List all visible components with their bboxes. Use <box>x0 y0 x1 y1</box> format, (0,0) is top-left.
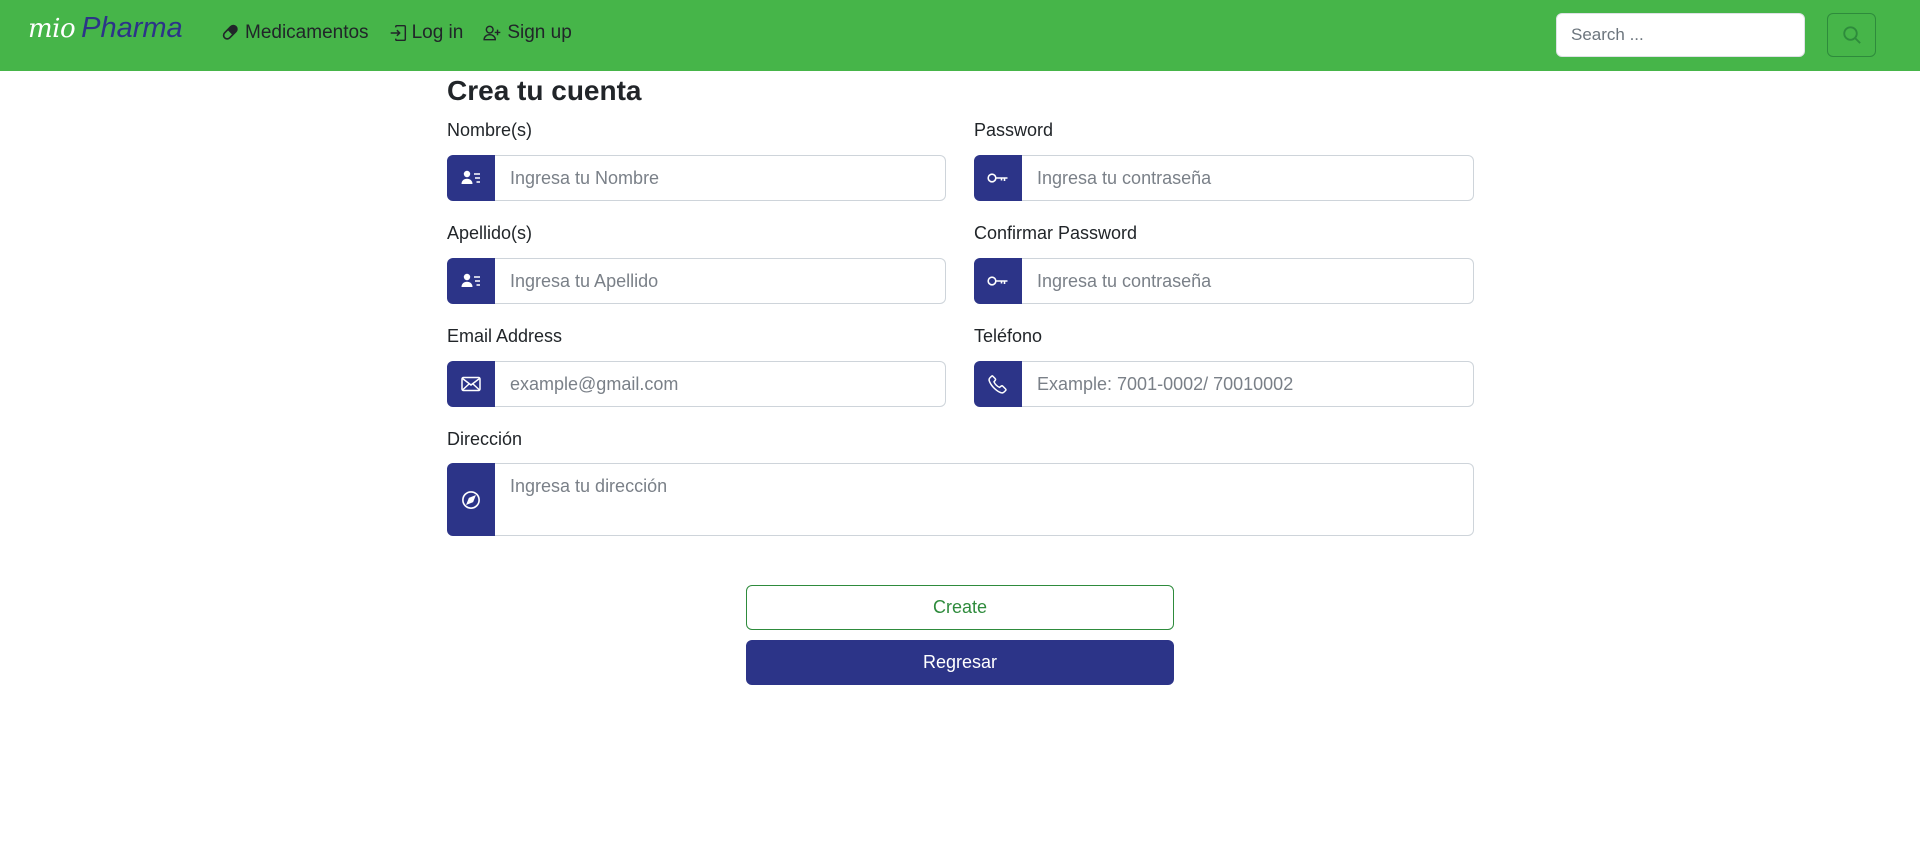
confirm-password-input-group <box>974 258 1474 304</box>
confirm-password-label: Confirmar Password <box>974 223 1138 243</box>
nombre-addon <box>447 155 495 201</box>
nombre-input-group <box>447 155 946 201</box>
envelope-icon <box>461 376 481 392</box>
capsule-icon <box>222 24 238 40</box>
brand-name: Pharma <box>81 12 183 44</box>
nav-link-medicamentos[interactable]: Medicamentos <box>222 22 369 44</box>
direccion-addon <box>447 463 495 536</box>
brand-script: mio <box>28 14 76 44</box>
nav-link-signup[interactable]: Sign up <box>483 22 572 44</box>
search-icon <box>1842 26 1861 44</box>
search-input[interactable] <box>1556 13 1805 57</box>
apellido-label: Apellido(s) <box>447 223 533 243</box>
confirm-password-addon <box>974 258 1022 304</box>
email-field[interactable] <box>495 361 946 407</box>
direccion-input-group <box>447 463 1474 536</box>
nombre-label: Nombre(s) <box>447 120 533 140</box>
email-input-group <box>447 361 946 407</box>
phone-icon <box>988 375 1007 394</box>
password-addon <box>974 155 1022 201</box>
nav-link-label: Sign up <box>507 22 572 43</box>
regresar-button[interactable]: Regresar <box>746 640 1174 685</box>
password-input-group <box>974 155 1474 201</box>
nav-links: Medicamentos Log in Sign up <box>222 22 592 44</box>
compass-icon <box>462 490 480 509</box>
person-lines-icon <box>461 170 480 184</box>
apellido-input[interactable] <box>495 258 946 304</box>
apellido-input-group <box>447 258 946 304</box>
email-addon <box>447 361 495 407</box>
nav-link-label: Log in <box>411 22 464 43</box>
nombre-input[interactable] <box>495 155 946 201</box>
direccion-label: Dirección <box>447 429 523 449</box>
password-input[interactable] <box>1022 155 1474 201</box>
nav-link-login[interactable]: Log in <box>389 22 464 44</box>
telefono-input[interactable] <box>1022 361 1474 407</box>
telefono-input-group <box>974 361 1474 407</box>
nav-link-label: Medicamentos <box>245 22 369 43</box>
search-button[interactable] <box>1827 13 1876 57</box>
telefono-label: Teléfono <box>974 326 1043 346</box>
page-title: Crea tu cuenta <box>447 75 642 106</box>
key-icon <box>987 173 1008 183</box>
navbar: mio Pharma Medicamentos Log in Sign up <box>0 0 1920 71</box>
brand-logo[interactable]: mio Pharma <box>28 12 183 52</box>
telefono-addon <box>974 361 1022 407</box>
direccion-textarea[interactable] <box>495 463 1474 536</box>
email-label: Email Address <box>447 326 563 346</box>
apellido-addon <box>447 258 495 304</box>
password-label: Password <box>974 120 1054 140</box>
person-lines-icon <box>461 273 480 287</box>
key-icon <box>987 276 1008 286</box>
create-button[interactable]: Create <box>746 585 1174 630</box>
person-add-icon <box>483 25 501 41</box>
confirm-password-input[interactable] <box>1022 258 1474 304</box>
login-icon <box>390 24 406 42</box>
